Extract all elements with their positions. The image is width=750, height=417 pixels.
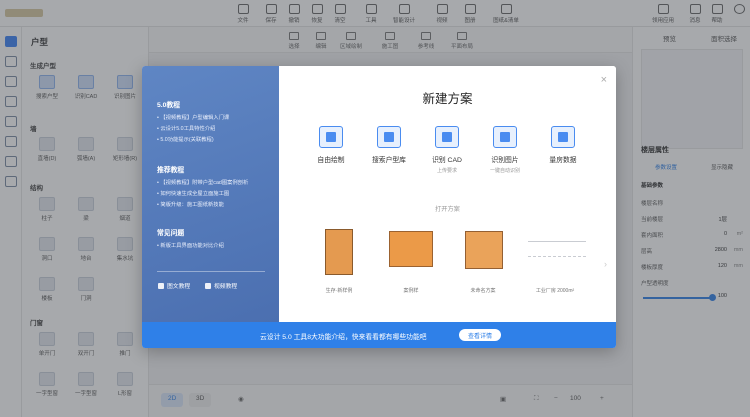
tutorial-link[interactable]: 【视频教程】户型编辑入门课 xyxy=(157,113,229,121)
tutorial-sidebar: 5.0教程 【视频教程】户型编辑入门课 云设计5.0工具特性介绍 5.0功能提示… xyxy=(142,66,279,322)
recognize-image-option[interactable]: 识别图片 一键自动识别 xyxy=(480,126,530,174)
close-icon[interactable]: × xyxy=(601,74,607,86)
search-floorplan-option[interactable]: 搜索户型库 xyxy=(364,126,414,164)
dialog-main: × 新建方案 自由绘制 搜索户型库 识别 CAD 上传要求 识别图片 一键自动识别 … xyxy=(279,66,616,322)
project-card[interactable]: 生存·新样例 xyxy=(305,221,373,297)
view-details-button[interactable]: 查看详情 xyxy=(459,329,502,341)
chevron-right-icon[interactable]: › xyxy=(604,259,607,269)
tutorial-link[interactable]: 5.0功能提示(关联教程) xyxy=(157,135,213,143)
project-card[interactable]: 案例样 xyxy=(377,221,445,297)
tutorial-link[interactable]: 简版升级：施工图纸新技能 xyxy=(157,200,224,208)
free-draw-option[interactable]: 自由绘制 xyxy=(306,126,356,164)
measure-data-option[interactable]: 量房数据 xyxy=(538,126,588,164)
floorplan-shape xyxy=(389,231,433,267)
floorplan-shape xyxy=(325,229,353,275)
image-icon xyxy=(493,126,517,148)
project-card[interactable]: 未命名方案 xyxy=(449,221,517,297)
feature-banner: 云设计 5.0 工具8大功能介绍，快来看看都有哪些功能吧 查看详情 xyxy=(142,322,616,348)
project-thumbnail xyxy=(453,223,513,279)
video-icon xyxy=(205,283,211,289)
tutorial-link[interactable]: 云设计5.0工具特性介绍 xyxy=(157,124,215,132)
divider xyxy=(157,271,265,272)
document-icon xyxy=(158,283,164,289)
recognize-cad-option[interactable]: 识别 CAD 上传要求 xyxy=(422,126,472,174)
project-thumbnail xyxy=(381,223,441,279)
section-title: 5.0教程 xyxy=(157,102,181,109)
disc-icon xyxy=(551,126,575,148)
dialog-title: 新建方案 xyxy=(422,92,473,106)
cad-icon xyxy=(435,126,459,148)
pencil-icon xyxy=(319,126,343,148)
project-thumbnail xyxy=(309,223,369,279)
section-title: 常见问题 xyxy=(157,230,185,237)
banner-text: 云设计 5.0 工具8大功能介绍，快来看看都有哪些功能吧 xyxy=(260,334,427,341)
video-tutorial-link[interactable]: 视频教程 xyxy=(205,281,237,290)
tutorial-link[interactable]: 【视频教程】附带户型cad图案例剖析 xyxy=(157,178,248,186)
search-icon xyxy=(377,126,401,148)
project-card[interactable]: 工业厂房 2000m² xyxy=(521,221,589,297)
tutorial-link[interactable]: 如何快速生成全屋立面施工图 xyxy=(157,189,229,197)
floorplan-shape xyxy=(528,241,586,257)
tutorial-link[interactable]: 新版工具界面功能对比介绍 xyxy=(157,241,224,249)
new-project-dialog: 5.0教程 【视频教程】户型编辑入门课 云设计5.0工具特性介绍 5.0功能提示… xyxy=(142,66,616,348)
graphic-tutorial-link[interactable]: 图文教程 xyxy=(158,281,190,290)
project-thumbnail xyxy=(525,223,586,279)
open-projects-title: 打开方案 xyxy=(435,206,460,213)
section-title: 推荐教程 xyxy=(157,167,185,174)
floorplan-shape xyxy=(465,231,503,269)
